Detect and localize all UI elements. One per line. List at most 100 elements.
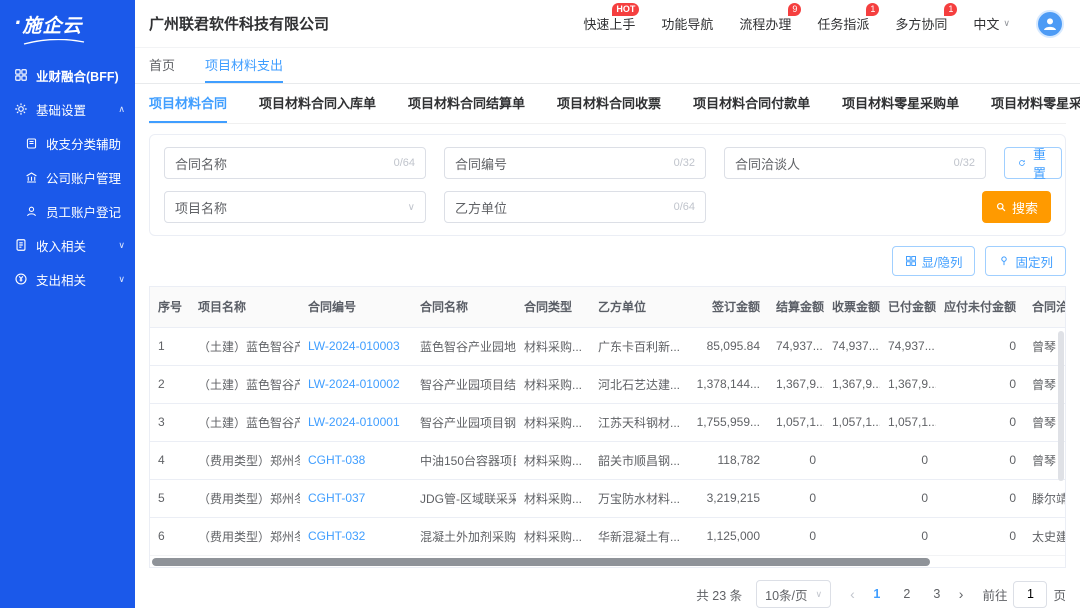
table-row[interactable]: 1 （土建）蓝色智谷产... LW-2024-010003 蓝色智谷产业园地砖.…	[150, 327, 1066, 365]
subtab-contract-payment[interactable]: 项目材料合同付款单	[693, 84, 810, 123]
subtab-sporadic-reimburse[interactable]: 项目材料零星采购报销单	[991, 84, 1080, 123]
party-b-input[interactable]	[515, 200, 666, 215]
page-button-1[interactable]: 1	[864, 582, 890, 606]
subtab-contract-inbound[interactable]: 项目材料合同入库单	[259, 84, 376, 123]
cell-party-b: 万宝防水材料...	[590, 479, 682, 517]
table-row[interactable]: 2 （土建）蓝色智谷产... LW-2024-010002 智谷产业园项目结构.…	[150, 365, 1066, 403]
negotiator-input[interactable]	[808, 156, 946, 171]
sidebar-item-base-settings[interactable]: 基础设置 ∧	[0, 92, 135, 126]
cell-project: （土建）蓝色智谷产...	[190, 327, 300, 365]
sidebar: ·施企云 业财融合(BFF) 基础设置 ∧ 收支分类辅助 公司账户管理	[0, 0, 135, 608]
subtab-material-contract[interactable]: 项目材料合同	[149, 84, 227, 123]
contract-no-counter: 0/32	[674, 157, 695, 169]
column-header-type: 合同类型	[516, 287, 590, 327]
gear-icon	[14, 102, 28, 116]
contract-name-counter: 0/64	[394, 157, 415, 169]
contract-no-link[interactable]: CGHT-037	[300, 479, 412, 517]
prev-page-button[interactable]: ‹	[845, 586, 860, 602]
cell-seq: 6	[150, 517, 190, 555]
column-header-sign-amount: 签订金额	[682, 287, 768, 327]
sidebar-item-label: 支出相关	[36, 270, 86, 289]
goto-page: 前往 页	[982, 581, 1066, 608]
cell-unpaid-amount: 0	[936, 403, 1024, 441]
table-row[interactable]: 4 （费用类型）郑州冬... CGHT-038 中油150台容器项目... 材料…	[150, 441, 1066, 479]
contract-no-link[interactable]: LW-2024-010002	[300, 365, 412, 403]
nav-label: 快速上手	[583, 17, 635, 32]
table-row[interactable]: 5 （费用类型）郑州冬... CGHT-037 JDG管-区域联采采购... 材…	[150, 479, 1066, 517]
sidebar-item-income[interactable]: 收入相关 ∨	[0, 228, 135, 262]
subtab-contract-invoice[interactable]: 项目材料合同收票	[557, 84, 661, 123]
column-header-settle-amount: 结算金额	[768, 287, 824, 327]
cell-party-b: 广东卡百利新...	[590, 327, 682, 365]
page-size-value: 10条/页	[765, 585, 807, 604]
chevron-up-icon: ∧	[118, 104, 125, 115]
cell-sign-amount: 1,755,959...	[682, 403, 768, 441]
contract-name-input[interactable]	[235, 156, 386, 171]
subtab-sporadic-purchase[interactable]: 项目材料零星采购单	[842, 84, 959, 123]
search-button[interactable]: 搜索	[982, 191, 1051, 223]
sidebar-item-employee-account[interactable]: 员工账户登记	[0, 194, 135, 228]
total-count: 共 23 条	[696, 585, 742, 604]
sidebar-item-label: 业财融合(BFF)	[36, 66, 119, 85]
contract-no-link[interactable]: CGHT-038	[300, 441, 412, 479]
count-badge: 9	[788, 3, 801, 16]
main-area: 广州联君软件科技有限公司 HOT 快速上手 功能导航 9 流程办理 1 任务指派	[135, 0, 1080, 608]
next-page-button[interactable]: ›	[954, 586, 969, 602]
sidebar-item-company-account[interactable]: 公司账户管理	[0, 160, 135, 194]
search-label: 搜索	[1012, 198, 1038, 217]
avatar[interactable]	[1036, 10, 1064, 38]
horizontal-scrollbar-thumb[interactable]	[152, 558, 930, 566]
project-name-select[interactable]: 项目名称 ∨	[164, 191, 426, 223]
subtab-contract-settlement[interactable]: 项目材料合同结算单	[408, 84, 525, 123]
vertical-scrollbar[interactable]	[1058, 331, 1064, 481]
app-logo-text: ·施企云	[14, 10, 135, 38]
cell-unpaid-amount: 0	[936, 479, 1024, 517]
nav-item-quick-start[interactable]: HOT 快速上手	[583, 14, 635, 33]
language-selector[interactable]: 中文 ∨	[973, 14, 1010, 33]
cell-party-b: 江苏天科钢材...	[590, 403, 682, 441]
contract-no-input[interactable]	[515, 156, 666, 171]
cell-type: 材料采购...	[516, 327, 590, 365]
cell-seq: 4	[150, 441, 190, 479]
filter-panel: 合同名称 0/64 合同编号 0/32 合同洽谈人 0/32	[149, 134, 1066, 236]
table-row[interactable]: 3 （土建）蓝色智谷产... LW-2024-010001 智谷产业园项目钢材.…	[150, 403, 1066, 441]
nav-item-collaboration[interactable]: 1 多方协同	[895, 14, 947, 33]
cell-seq: 5	[150, 479, 190, 517]
contract-no-link[interactable]: CGHT-032	[300, 517, 412, 555]
fixed-columns-button[interactable]: 固定列	[985, 246, 1066, 276]
cell-negotiator: 太史建华	[1024, 517, 1066, 555]
negotiator-filter: 合同洽谈人 0/32	[724, 147, 986, 179]
nav-item-task-assign[interactable]: 1 任务指派	[817, 14, 869, 33]
search-icon	[995, 201, 1007, 213]
contract-no-link[interactable]: LW-2024-010003	[300, 327, 412, 365]
sidebar-item-income-expense-category[interactable]: 收支分类辅助	[0, 126, 135, 160]
table-row[interactable]: 6 （费用类型）郑州冬... CGHT-032 混凝土外加剂采购合... 材料采…	[150, 517, 1066, 555]
cell-settle-amount: 0	[768, 479, 824, 517]
cell-sign-amount: 118,782	[682, 441, 768, 479]
cell-unpaid-amount: 0	[936, 327, 1024, 365]
pager: ‹ 1 2 3 ›	[845, 582, 968, 606]
page-button-3[interactable]: 3	[924, 582, 950, 606]
page-button-2[interactable]: 2	[894, 582, 920, 606]
goto-page-input[interactable]	[1013, 581, 1047, 608]
contract-no-link[interactable]: LW-2024-010001	[300, 403, 412, 441]
chevron-down-icon: ∨	[816, 589, 823, 600]
sidebar-item-expense[interactable]: 支出相关 ∨	[0, 262, 135, 296]
language-label: 中文	[973, 14, 999, 33]
company-name: 广州联君软件科技有限公司	[149, 13, 329, 34]
nav-item-feature-nav[interactable]: 功能导航	[661, 14, 713, 33]
reset-button[interactable]: 重置	[1004, 147, 1062, 179]
tab-project-material-expense[interactable]: 项目材料支出	[205, 48, 283, 83]
tab-home[interactable]: 首页	[149, 48, 175, 83]
cell-paid-amount: 0	[880, 517, 936, 555]
pin-icon	[998, 255, 1010, 267]
cell-negotiator: 滕尔靖	[1024, 479, 1066, 517]
sidebar-item-bff[interactable]: 业财融合(BFF)	[0, 58, 135, 92]
page-size-select[interactable]: 10条/页 ∨	[756, 580, 831, 608]
content-area: 项目材料合同 项目材料合同入库单 项目材料合同结算单 项目材料合同收票 项目材料…	[135, 84, 1080, 608]
show-hide-columns-button[interactable]: 显/隐列	[892, 246, 976, 276]
contract-name-label: 合同名称	[175, 154, 227, 173]
grid-icon	[14, 68, 28, 82]
nav-item-process[interactable]: 9 流程办理	[739, 14, 791, 33]
party-b-counter: 0/64	[674, 201, 695, 213]
